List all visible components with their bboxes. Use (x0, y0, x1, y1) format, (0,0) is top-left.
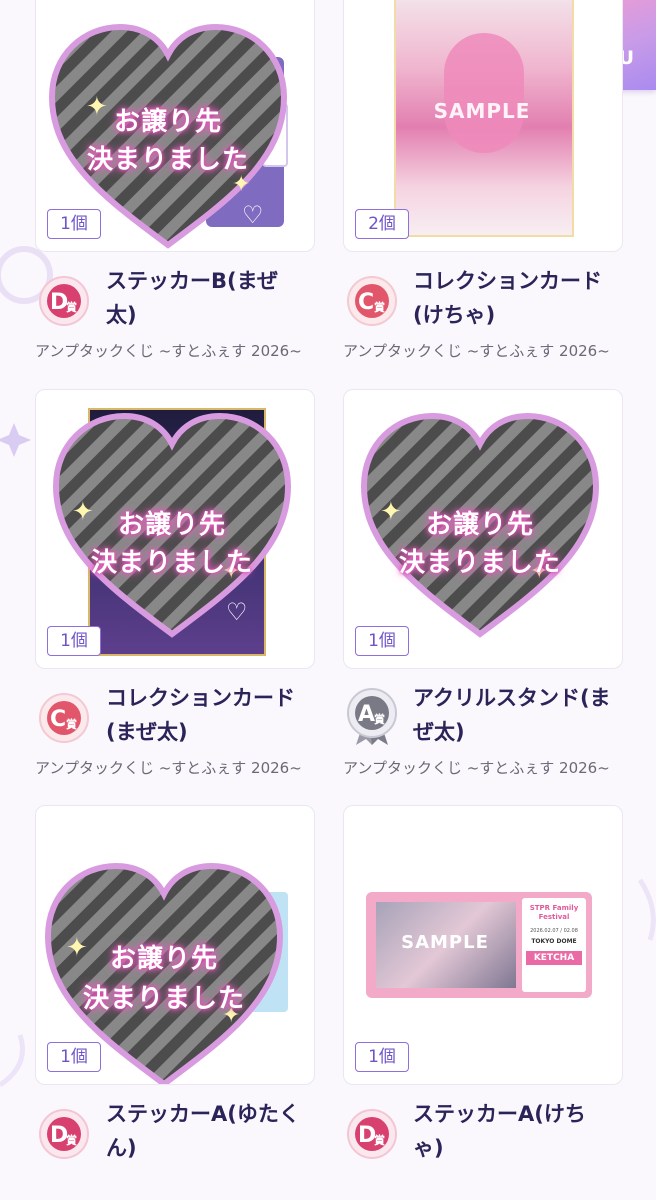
item-subtitle: アンプタックくじ ~すとふぇす 2026~ (35, 342, 302, 360)
sold-text-line2: 決まりました (86, 145, 249, 175)
ticket-venue: TOKYO DOME (531, 938, 577, 945)
grade-c-icon: C 賞 (39, 693, 89, 743)
svg-text:賞: 賞 (66, 1133, 77, 1147)
svg-text:C: C (358, 290, 374, 315)
sold-text-line1: お譲り先 (425, 510, 534, 540)
card-figure (444, 33, 524, 153)
item-card[interactable]: ✦ ✦ ♡ お譲り先 決まりました 1個 (35, 389, 315, 669)
quantity-badge: 2個 (355, 209, 409, 239)
svg-text:♡: ♡ (232, 1042, 254, 1070)
item-title[interactable]: ステッカーA(けちゃ) (413, 1097, 613, 1165)
ticket-info: STPR Family Festival 2026.02.07 / 02.08 … (522, 898, 586, 992)
grade-d-badge: D 賞 (38, 275, 90, 327)
grade-c-badge: C 賞 (346, 275, 398, 327)
svg-text:♡: ♡ (226, 598, 248, 626)
svg-text:賞: 賞 (66, 717, 77, 731)
item-title[interactable]: コレクションカード(けちゃ) (413, 264, 613, 332)
grade-d-icon: D 賞 (39, 276, 89, 326)
quantity-badge: 1個 (47, 1042, 101, 1072)
svg-text:♡: ♡ (534, 598, 556, 626)
sold-text-line2: 決まりました (82, 984, 245, 1014)
item-subtitle: アンプタックくじ ~すとふぇす 2026~ (343, 759, 610, 777)
svg-text:賞: 賞 (66, 300, 77, 314)
ticket-event: STPR Family Festival (529, 904, 579, 921)
grade-c-badge: C 賞 (38, 692, 90, 744)
ticket-sticker-image: SAMPLE STPR Family Festival 2026.02.07 /… (366, 892, 592, 998)
item-subtitle: アンプタックくじ ~すとふぇす 2026~ (35, 759, 302, 777)
item-subtitle: アンプタックくじ ~すとふぇす 2026~ (343, 342, 610, 360)
svg-text:賞: 賞 (374, 300, 385, 314)
item-title[interactable]: アクリルスタンド(まぜ太) (413, 681, 613, 749)
svg-text:A: A (358, 702, 375, 727)
sold-text-line1: お譲り先 (113, 107, 222, 137)
grade-d-icon: D 賞 (39, 1109, 89, 1159)
ticket-name: KETCHA (526, 951, 582, 965)
sold-text-line1: お譲り先 (117, 510, 226, 540)
sold-heart-overlay: ✦ ✦ ♡ お譲り先 決まりました (358, 408, 602, 644)
grade-c-icon: C 賞 (347, 276, 397, 326)
item-title[interactable]: ステッカーA(ゆたくん) (106, 1097, 306, 1165)
item-card[interactable]: SAMPLE 2個 (343, 0, 623, 252)
item-title[interactable]: ステッカーB(まぜ太) (106, 264, 306, 332)
item-card[interactable]: SAMPLE STPR Family Festival 2026.02.07 /… (343, 805, 623, 1085)
grade-a-badge: A 賞 (346, 687, 398, 745)
svg-text:C: C (50, 707, 66, 732)
card-sample-watermark: SAMPLE (433, 99, 531, 123)
grade-a-icon: A 賞 (347, 688, 397, 745)
item-card[interactable]: ✦ ✦ ♡ お譲り先 決まりました 1個 (343, 389, 623, 669)
item-card[interactable]: ✦ ✦ ♡ お譲り先 決まりました 1個 (35, 805, 315, 1085)
sold-text-line2: 決まりました (398, 548, 561, 578)
quantity-badge: 1個 (355, 626, 409, 656)
quantity-badge: 1個 (47, 626, 101, 656)
sold-heart-overlay: ✦ ✦ ♡ お譲り先 決まりました (50, 408, 294, 644)
sold-text-line1: お譲り先 (109, 944, 218, 974)
grade-d-icon: D 賞 (347, 1109, 397, 1159)
grade-d-badge: D 賞 (38, 1108, 90, 1160)
item-title[interactable]: コレクションカード(まぜ太) (106, 681, 306, 749)
quantity-badge: 1個 (355, 1042, 409, 1072)
sold-text-line2: 決まりました (90, 548, 253, 578)
quantity-badge: 1個 (47, 209, 101, 239)
svg-text:♡: ♡ (242, 201, 264, 229)
grade-d-badge: D 賞 (346, 1108, 398, 1160)
svg-text:賞: 賞 (374, 1133, 385, 1147)
item-card[interactable]: ✦ ✦ ♡ お譲り先 決まりました 1個 (35, 0, 315, 252)
ticket-dates: 2026.02.07 / 02.08 (530, 928, 578, 934)
ticket-sample-watermark: SAMPLE (401, 932, 489, 953)
svg-text:賞: 賞 (374, 712, 385, 726)
